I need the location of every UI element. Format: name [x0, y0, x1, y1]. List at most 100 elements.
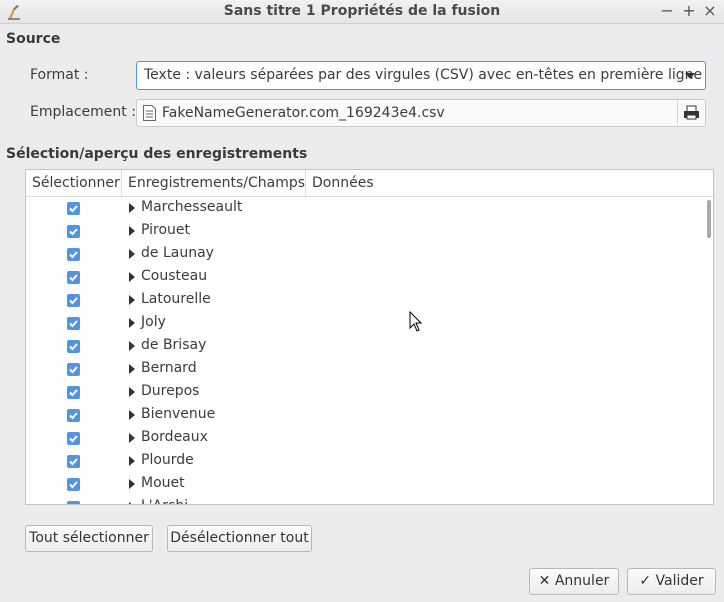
table-row[interactable]: de Brisay [26, 335, 713, 358]
select-checkbox[interactable] [67, 202, 80, 215]
select-checkbox[interactable] [67, 455, 80, 468]
select-checkbox[interactable] [67, 271, 80, 284]
table-row[interactable]: L'Archi [26, 496, 713, 505]
table-header: Sélectionner Enregistrements/Champs Donn… [26, 170, 713, 197]
table-body: Marchesseault Pirouet de Launay Cousteau Lat… [26, 197, 713, 505]
select-checkbox[interactable] [67, 363, 80, 376]
records-table[interactable]: Sélectionner Enregistrements/Champs Donn… [25, 169, 714, 505]
file-icon [143, 105, 156, 121]
expand-arrow-icon[interactable] [129, 364, 135, 374]
record-name: Bordeaux [141, 429, 208, 445]
expand-arrow-icon[interactable] [129, 318, 135, 328]
location-value: FakeNameGenerator.com_169243e4.csv [162, 105, 445, 121]
checkmark-icon [69, 458, 78, 466]
ok-label: Valider [655, 573, 704, 589]
record-name: Joly [141, 314, 166, 330]
record-name: de Brisay [141, 337, 207, 353]
ok-button[interactable]: ✓ Valider [627, 568, 716, 595]
column-header-select[interactable]: Sélectionner [26, 170, 122, 197]
check-icon: ✓ [639, 573, 652, 589]
select-checkbox[interactable] [67, 478, 80, 491]
select-all-button[interactable]: Tout sélectionner [25, 525, 153, 552]
expand-arrow-icon[interactable] [129, 203, 135, 213]
table-row[interactable]: Bienvenue [26, 404, 713, 427]
deselect-all-button[interactable]: Désélectionner tout [167, 525, 312, 552]
scrollbar-thumb[interactable] [707, 200, 711, 238]
record-name: L'Archi [141, 498, 188, 504]
select-checkbox[interactable] [67, 317, 80, 330]
record-name: Bernard [141, 360, 197, 376]
expand-arrow-icon[interactable] [129, 433, 135, 443]
record-name: Marchesseault [141, 199, 243, 215]
record-name: de Launay [141, 245, 214, 261]
printer-icon [684, 105, 699, 120]
checkmark-icon [69, 435, 78, 443]
open-file-button[interactable] [677, 100, 705, 126]
expand-arrow-icon[interactable] [129, 502, 135, 504]
select-checkbox[interactable] [67, 294, 80, 307]
select-checkbox[interactable] [67, 248, 80, 261]
select-checkbox[interactable] [67, 225, 80, 238]
column-header-records[interactable]: Enregistrements/Champs [122, 170, 306, 197]
mouse-cursor-icon [409, 311, 423, 332]
record-name: Mouet [141, 475, 185, 491]
format-dropdown[interactable]: Texte : valeurs séparées par des virgule… [136, 61, 706, 90]
checkmark-icon [69, 481, 78, 489]
record-name: Latourelle [141, 291, 211, 307]
table-row[interactable]: Latourelle [26, 289, 713, 312]
table-row[interactable]: Cousteau [26, 266, 713, 289]
select-checkbox[interactable] [67, 501, 80, 505]
select-checkbox[interactable] [67, 340, 80, 353]
record-name: Durepos [141, 383, 200, 399]
expand-arrow-icon[interactable] [129, 387, 135, 397]
vertical-scrollbar[interactable] [705, 197, 713, 504]
checkmark-icon [68, 502, 79, 505]
table-row[interactable]: Joly [26, 312, 713, 335]
expand-arrow-icon[interactable] [129, 456, 135, 466]
expand-arrow-icon[interactable] [129, 479, 135, 489]
expand-arrow-icon[interactable] [129, 226, 135, 236]
expand-arrow-icon[interactable] [129, 341, 135, 351]
table-row[interactable]: Marchesseault [26, 197, 713, 220]
record-name: Cousteau [141, 268, 208, 284]
maximize-button[interactable]: + [680, 2, 698, 20]
format-label: Format : [30, 67, 89, 83]
location-label: Emplacement : [30, 104, 136, 120]
checkmark-icon [69, 251, 78, 259]
table-row[interactable]: Plourde [26, 450, 713, 473]
select-checkbox[interactable] [67, 386, 80, 399]
expand-arrow-icon[interactable] [129, 295, 135, 305]
cancel-button[interactable]: ✕ Annuler [529, 568, 619, 595]
close-icon: ✕ [538, 573, 551, 589]
format-value: Texte : valeurs séparées par des virgule… [144, 67, 703, 83]
minimize-button[interactable]: − [658, 2, 676, 20]
table-row[interactable]: Bordeaux [26, 427, 713, 450]
record-name: Bienvenue [141, 406, 216, 422]
cancel-label: Annuler [554, 573, 610, 589]
expand-arrow-icon[interactable] [129, 272, 135, 282]
checkmark-icon [69, 205, 78, 213]
checkmark-icon [69, 297, 78, 305]
checkmark-icon [69, 412, 78, 420]
table-row[interactable]: de Launay [26, 243, 713, 266]
column-header-data[interactable]: Données [306, 170, 713, 197]
window-title: Sans titre 1 Propriétés de la fusion [223, 3, 501, 19]
select-checkbox[interactable] [67, 409, 80, 422]
expand-arrow-icon[interactable] [129, 410, 135, 420]
table-row[interactable]: Bernard [26, 358, 713, 381]
expand-arrow-icon[interactable] [129, 249, 135, 259]
table-row[interactable]: Mouet [26, 473, 713, 496]
checkmark-icon [69, 343, 78, 351]
table-row[interactable]: Durepos [26, 381, 713, 404]
checkmark-icon [69, 274, 78, 282]
location-field[interactable]: FakeNameGenerator.com_169243e4.csv [136, 99, 706, 127]
checkmark-icon [69, 389, 78, 397]
record-name: Plourde [141, 452, 194, 468]
checkmark-icon [69, 366, 78, 374]
table-row[interactable]: Pirouet [26, 220, 713, 243]
close-button[interactable]: × [701, 2, 719, 20]
chevron-down-icon [685, 73, 695, 79]
select-checkbox[interactable] [67, 432, 80, 445]
title-bar: Sans titre 1 Propriétés de la fusion − +… [0, 0, 724, 24]
records-heading: Sélection/aperçu des enregistrements [6, 146, 308, 162]
